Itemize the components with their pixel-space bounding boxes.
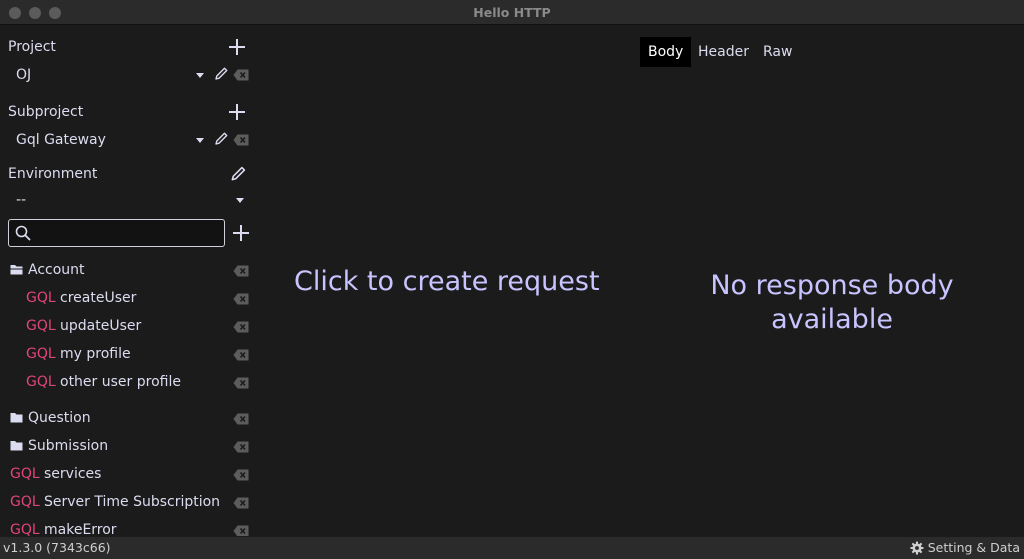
folder-question[interactable]: Question	[0, 408, 258, 430]
chevron-down-icon	[196, 138, 204, 143]
request-item[interactable]: GQL services	[0, 464, 258, 486]
edit-subproject-button[interactable]	[213, 131, 229, 147]
gql-tag: GQL	[26, 318, 56, 334]
gql-tag: GQL	[26, 290, 56, 306]
delete-folder-button[interactable]	[233, 413, 249, 425]
no-response-line2: available	[771, 304, 893, 335]
tab-body[interactable]: Body	[640, 37, 692, 67]
request-name: updateUser	[60, 318, 142, 334]
delete-folder-button[interactable]	[233, 441, 249, 453]
add-project-button[interactable]	[229, 39, 245, 55]
folder-account[interactable]: Account	[0, 260, 258, 282]
edit-environment-button[interactable]	[229, 165, 247, 183]
folder-name: Question	[28, 410, 91, 426]
create-request-link[interactable]: Click to create request	[294, 266, 600, 297]
request-name: services	[44, 466, 102, 482]
environment-select-value: --	[16, 192, 27, 208]
delete-request-button[interactable]	[233, 525, 249, 536]
delete-folder-button[interactable]	[233, 265, 249, 277]
chevron-down-icon	[236, 198, 244, 203]
settings-label: Setting & Data	[927, 540, 1020, 555]
request-panel[interactable]: Click to create request	[258, 26, 638, 536]
window-title: Hello HTTP	[473, 5, 551, 20]
title-bar: Hello HTTP	[0, 0, 1024, 25]
delete-request-button[interactable]	[233, 377, 249, 389]
no-response-line1: No response body	[710, 270, 954, 301]
tab-raw[interactable]: Raw	[755, 37, 800, 67]
project-label: Project	[8, 39, 56, 55]
edit-project-button[interactable]	[213, 66, 229, 82]
folder-name: Account	[28, 262, 85, 278]
folder-icon	[10, 413, 23, 423]
request-name: Server Time Subscription	[44, 494, 221, 510]
gear-icon	[910, 541, 924, 555]
request-name: makeError	[44, 522, 117, 536]
environment-label: Environment	[8, 166, 98, 182]
tab-header[interactable]: Header	[690, 37, 757, 67]
request-name: my profile	[60, 346, 131, 362]
gql-tag: GQL	[10, 466, 40, 482]
subproject-select-value: Gql Gateway	[16, 132, 106, 148]
folder-name: Submission	[28, 438, 109, 454]
request-item[interactable]: GQL my profile	[0, 344, 258, 366]
no-response-message: No response body available	[640, 269, 1024, 337]
search-icon	[15, 225, 31, 241]
settings-button[interactable]: Setting & Data	[910, 540, 1020, 555]
request-item[interactable]: GQL other user profile	[0, 372, 258, 394]
request-item[interactable]: GQL Server Time Subscription	[0, 492, 258, 514]
delete-request-button[interactable]	[233, 349, 249, 361]
sidebar: Project OJ Subproject Gql Gateway Enviro…	[0, 26, 258, 536]
request-item[interactable]: GQL createUser	[0, 288, 258, 310]
app-window: Hello HTTP Project OJ Subproject Gql Gat…	[0, 0, 1024, 559]
gql-tag: GQL	[10, 494, 40, 510]
version-label: v1.3.0 (7343c66)	[3, 540, 111, 555]
delete-request-button[interactable]	[233, 497, 249, 509]
status-bar: v1.3.0 (7343c66) Setting & Data	[0, 537, 1024, 559]
add-request-button[interactable]	[233, 225, 249, 241]
gql-tag: GQL	[26, 374, 56, 390]
project-select-value: OJ	[16, 67, 32, 83]
add-subproject-button[interactable]	[229, 104, 245, 120]
request-item[interactable]: GQL makeError	[0, 520, 258, 536]
request-name: createUser	[60, 290, 137, 306]
chevron-down-icon	[196, 73, 204, 78]
request-item[interactable]: GQL updateUser	[0, 316, 258, 338]
delete-request-button[interactable]	[233, 321, 249, 333]
request-name: other user profile	[60, 374, 181, 390]
gql-tag: GQL	[26, 346, 56, 362]
folder-open-icon	[10, 265, 23, 275]
folder-submission[interactable]: Submission	[0, 436, 258, 458]
response-panel: Body Header Raw No response body availab…	[640, 26, 1024, 536]
delete-request-button[interactable]	[233, 293, 249, 305]
delete-project-button[interactable]	[233, 69, 249, 81]
gql-tag: GQL	[10, 522, 40, 536]
subproject-label: Subproject	[8, 104, 84, 120]
delete-subproject-button[interactable]	[233, 134, 249, 146]
delete-request-button[interactable]	[233, 469, 249, 481]
search-input[interactable]	[8, 219, 225, 247]
folder-icon	[10, 441, 23, 451]
